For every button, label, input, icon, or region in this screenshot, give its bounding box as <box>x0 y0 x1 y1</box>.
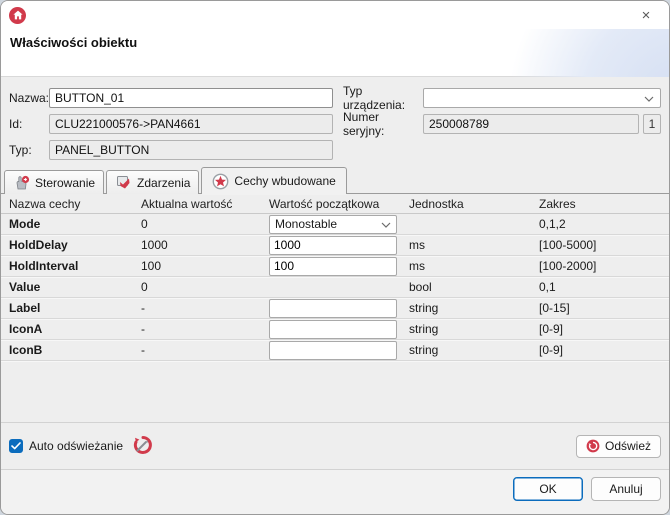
name-label: Nazwa: <box>9 91 49 105</box>
column-header: Wartość początkowa <box>269 197 409 211</box>
current-value: - <box>141 301 269 315</box>
feature-name: Mode <box>9 217 141 231</box>
unit: string <box>409 322 539 336</box>
unit: string <box>409 301 539 315</box>
current-value: 100 <box>141 259 269 273</box>
iconb-initial-input[interactable] <box>269 341 397 360</box>
object-form: Nazwa: Id: Typ: Typ urządzenia: <box>1 77 669 166</box>
column-header: Aktualna wartość <box>141 197 269 211</box>
feature-name: Label <box>9 301 141 315</box>
serial-field <box>423 114 639 134</box>
ok-button[interactable]: OK <box>513 477 583 501</box>
column-header: Jednostka <box>409 197 539 211</box>
close-icon[interactable]: × <box>633 4 659 26</box>
tab-label: Cechy wbudowane <box>234 174 335 188</box>
id-field <box>49 114 333 134</box>
type-field <box>49 140 333 160</box>
unit: bool <box>409 280 539 294</box>
tab-label: Zdarzenia <box>137 176 190 190</box>
table-row-label: Label - string [0-15] <box>1 298 669 319</box>
refresh-bar: Auto odświeżanie Odśwież <box>1 422 669 469</box>
type-label: Typ: <box>9 143 49 157</box>
star-icon <box>212 173 229 189</box>
mode-initial-select[interactable]: Monostable <box>269 215 397 234</box>
table-header: Nazwa cechy Aktualna wartość Wartość poc… <box>1 194 669 214</box>
tab-strip: Sterowanie Zdarzenia Cec <box>1 166 669 194</box>
table-row-icona: IconA - string [0-9] <box>1 319 669 340</box>
auto-refresh-icon <box>133 435 153 458</box>
chevron-down-icon <box>644 91 654 105</box>
refresh-icon <box>586 439 600 453</box>
device-type-label: Typ urządzenia: <box>343 84 423 112</box>
table-row-holddelay: HoldDelay 1000 ms [100-5000] <box>1 235 669 256</box>
id-label: Id: <box>9 117 49 131</box>
holdinterval-initial-input[interactable] <box>269 257 397 276</box>
range: 0,1,2 <box>539 217 669 231</box>
range: [0-15] <box>539 301 669 315</box>
hand-click-icon <box>13 175 30 191</box>
range: [0-9] <box>539 322 669 336</box>
feature-name: IconA <box>9 322 141 336</box>
device-type-select[interactable] <box>423 88 661 108</box>
table-row-iconb: IconB - string [0-9] <box>1 340 669 361</box>
range: 0,1 <box>539 280 669 294</box>
table-row-holdinterval: HoldInterval 100 ms [100-2000] <box>1 256 669 277</box>
serial-count-box: 1 <box>643 114 661 134</box>
selected-option: Monostable <box>275 217 337 231</box>
holddelay-initial-input[interactable] <box>269 236 397 255</box>
dialog-header: Właściwości obiektu <box>1 29 669 77</box>
column-header: Nazwa cechy <box>9 197 141 211</box>
cancel-button[interactable]: Anuluj <box>591 477 661 501</box>
current-value: - <box>141 322 269 336</box>
label-initial-input[interactable] <box>269 299 397 318</box>
header-gradient-decoration <box>439 29 669 77</box>
range: [100-5000] <box>539 238 669 252</box>
feature-name: HoldInterval <box>9 259 141 273</box>
unit: ms <box>409 259 539 273</box>
auto-refresh-checkbox[interactable] <box>9 439 23 453</box>
feature-name: HoldDelay <box>9 238 141 252</box>
unit: ms <box>409 238 539 252</box>
auto-refresh-label: Auto odświeżanie <box>29 439 123 453</box>
current-value: 0 <box>141 217 269 231</box>
current-value: 1000 <box>141 238 269 252</box>
title-bar: × <box>1 1 669 29</box>
current-value: - <box>141 343 269 357</box>
refresh-button[interactable]: Odśwież <box>576 435 661 458</box>
tab-label: Sterowanie <box>35 176 95 190</box>
name-field[interactable] <box>49 88 333 108</box>
app-home-icon <box>9 7 26 24</box>
column-header: Zakres <box>539 197 669 211</box>
current-value: 0 <box>141 280 269 294</box>
table-row-value: Value 0 bool 0,1 <box>1 277 669 298</box>
properties-dialog: × Właściwości obiektu Nazwa: Id: Typ: <box>0 0 670 515</box>
chevron-down-icon <box>381 217 391 231</box>
event-icon <box>115 175 132 191</box>
dialog-buttons: OK Anuluj <box>1 469 669 514</box>
serial-label: Numer seryjny: <box>343 110 423 138</box>
icona-initial-input[interactable] <box>269 320 397 339</box>
tab-zdarzenia[interactable]: Zdarzenia <box>106 170 199 194</box>
feature-name: Value <box>9 280 141 294</box>
range: [100-2000] <box>539 259 669 273</box>
page-title: Właściwości obiektu <box>10 35 137 50</box>
tab-sterowanie[interactable]: Sterowanie <box>4 170 104 194</box>
table-row-mode: Mode 0 Monostable 0,1,2 <box>1 214 669 235</box>
tab-cechy-wbudowane[interactable]: Cechy wbudowane <box>201 167 346 194</box>
refresh-button-label: Odśwież <box>605 439 651 453</box>
feature-name: IconB <box>9 343 141 357</box>
unit: string <box>409 343 539 357</box>
range: [0-9] <box>539 343 669 357</box>
